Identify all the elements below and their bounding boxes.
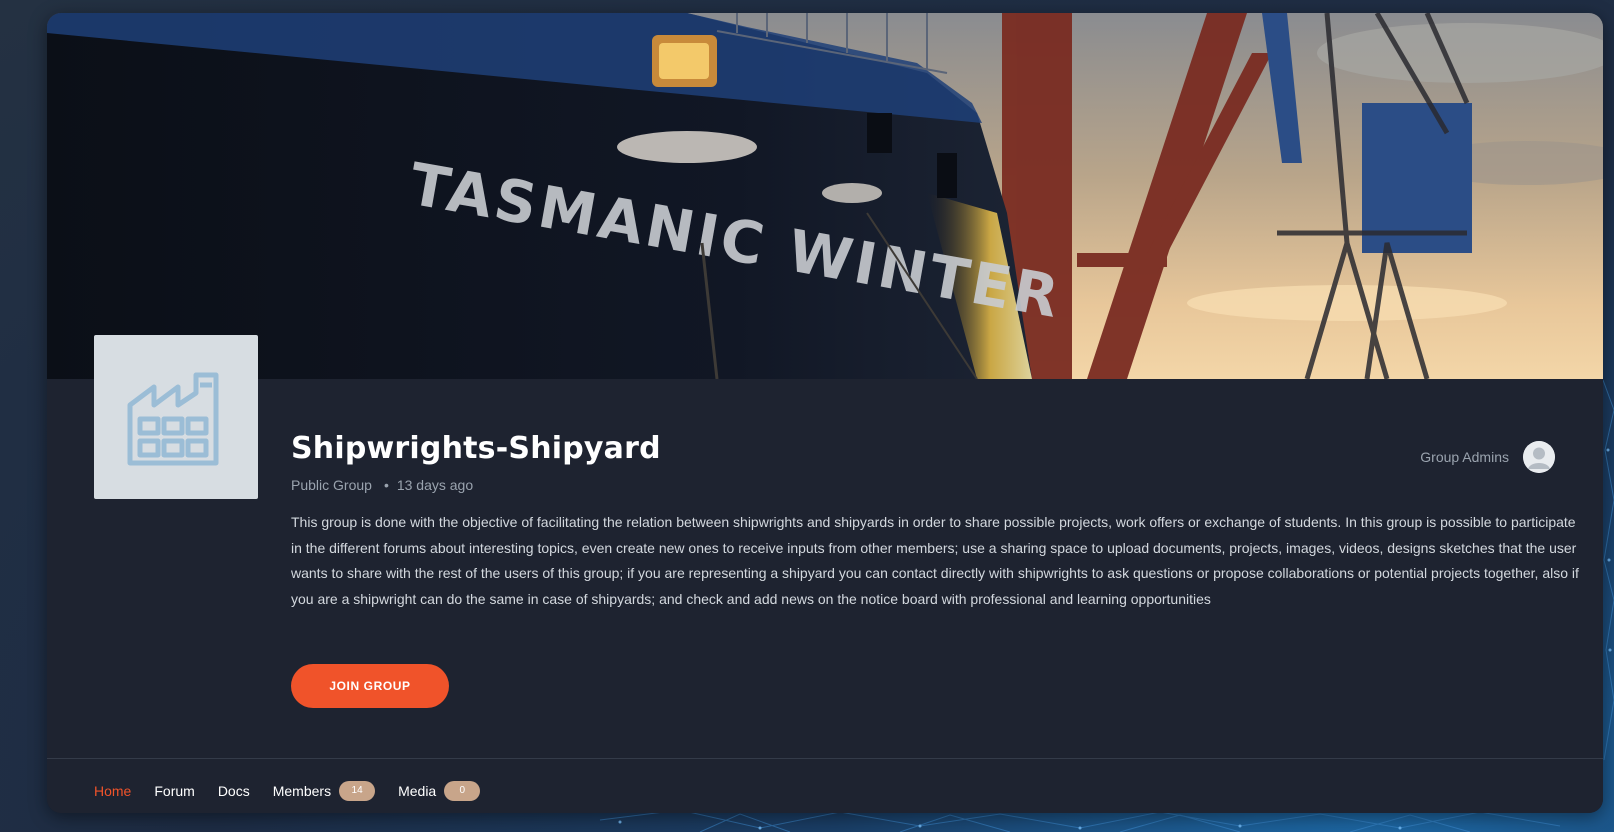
nav-tab-docs[interactable]: Docs (218, 783, 250, 799)
group-type: Public Group (291, 477, 372, 493)
group-meta: Public Group • 13 days ago (291, 477, 473, 493)
members-count-badge: 14 (339, 781, 376, 801)
nav-tab-home-label: Home (94, 783, 132, 799)
group-last-active: 13 days ago (396, 477, 474, 493)
join-group-button[interactable]: JOIN GROUP (291, 664, 449, 708)
media-count-badge: 0 (444, 781, 481, 801)
group-description: This group is done with the objective of… (291, 514, 1579, 607)
nav-tab-members[interactable]: Members 14 (272, 781, 376, 801)
group-nav: Home Forum Docs Members 14 Media 0 (94, 781, 503, 801)
user-icon (1523, 441, 1555, 473)
group-avatar (94, 335, 258, 499)
admin-avatar[interactable] (1523, 441, 1555, 473)
meta-separator: • (383, 477, 389, 493)
nav-tab-home[interactable]: Home (94, 783, 131, 799)
group-admins-label: Group Admins (1420, 449, 1509, 465)
group-header-card: TASMANIC WINTER Shipwrights-Shipyard Pub… (47, 13, 1603, 813)
nav-tab-forum[interactable]: Forum (154, 783, 194, 799)
group-title: Shipwrights-Shipyard (291, 431, 661, 466)
group-admins: Group Admins (1420, 441, 1555, 473)
cover-image: TASMANIC WINTER (47, 13, 1603, 379)
divider (47, 758, 1603, 759)
nav-tab-docs-label: Docs (217, 783, 250, 799)
nav-tab-media-label: Media (398, 783, 437, 799)
nav-tab-members-label: Members (272, 783, 332, 799)
nav-tab-forum-label: Forum (154, 783, 195, 799)
factory-icon (127, 372, 219, 466)
nav-tab-media[interactable]: Media 0 (398, 781, 481, 801)
